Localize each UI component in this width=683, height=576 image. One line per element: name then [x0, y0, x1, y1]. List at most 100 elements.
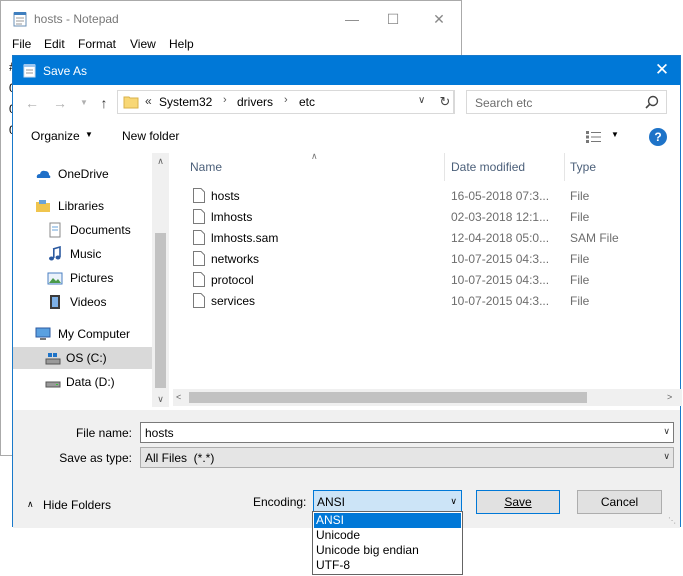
nav-item-label: Data (D:) [66, 375, 115, 389]
file-icon [193, 272, 205, 287]
search-input[interactable]: Search etc [475, 96, 532, 110]
nav-item-label: Libraries [58, 199, 105, 213]
encoding-option-ansi[interactable]: ANSI [314, 513, 461, 528]
column-header-type[interactable]: Type [570, 160, 596, 174]
drive-c-icon [45, 353, 61, 365]
horizontal-scrollbar[interactable]: < > [173, 389, 682, 406]
forward-arrow-icon[interactable]: → [51, 94, 69, 112]
back-arrow-icon[interactable]: ← [23, 94, 41, 112]
chevron-down-icon[interactable]: ▼ [85, 130, 93, 139]
column-header-name[interactable]: Name [190, 160, 222, 174]
save-as-dialog: Save As ✕ ← → ▼ ↑ « System32 › drivers ›… [12, 55, 682, 528]
chevron-down-icon[interactable]: ▼ [611, 130, 619, 139]
nav-item-data-d[interactable]: Data (D:) [13, 371, 152, 393]
notepad-icon [23, 64, 36, 78]
menu-help[interactable]: Help [169, 37, 194, 51]
file-row[interactable]: services 10-07-2015 04:3... File [173, 291, 682, 312]
file-name: services [211, 294, 256, 308]
chevron-right-icon[interactable]: › [223, 94, 227, 106]
breadcrumb-system32[interactable]: System32 [159, 95, 212, 109]
file-icon [193, 230, 205, 245]
search-icon[interactable] [645, 95, 659, 109]
file-icon [193, 251, 205, 266]
address-bar[interactable]: « System32 › drivers › etc ∨ [117, 90, 455, 114]
nav-item-my-computer[interactable]: My Computer [13, 323, 152, 345]
menu-file[interactable]: File [12, 37, 31, 51]
scroll-down-icon[interactable]: ∨ [152, 394, 169, 405]
breadcrumb-drivers[interactable]: drivers [237, 95, 273, 109]
close-icon[interactable]: ✕ [431, 11, 447, 27]
organize-button[interactable]: Organize [31, 129, 80, 143]
scroll-up-icon[interactable]: ∧ [152, 156, 169, 167]
column-divider[interactable] [564, 153, 565, 181]
chevron-down-icon[interactable]: ∨ [663, 451, 670, 462]
minimize-icon[interactable]: — [344, 11, 360, 27]
new-folder-button[interactable]: New folder [122, 129, 179, 143]
scrollbar-thumb[interactable] [189, 392, 587, 403]
nav-item-pictures[interactable]: Pictures [13, 267, 152, 289]
help-icon[interactable]: ? [649, 128, 667, 146]
search-box[interactable]: Search etc [466, 90, 667, 114]
nav-pane-scrollbar[interactable]: ∧ ∨ [152, 153, 169, 407]
chevron-right-icon[interactable]: › [284, 94, 288, 106]
encoding-dropdown-list: ANSI Unicode Unicode big endian UTF-8 [312, 511, 463, 575]
file-row[interactable]: protocol 10-07-2015 04:3... File [173, 270, 682, 291]
recent-locations-chevron-icon[interactable]: ▼ [75, 94, 93, 112]
file-icon [193, 188, 205, 203]
file-type: SAM File [570, 231, 619, 245]
menu-format[interactable]: Format [78, 37, 116, 51]
encoding-option-unicode[interactable]: Unicode [314, 528, 461, 543]
sort-ascending-icon: ∧ [311, 151, 318, 161]
column-divider[interactable] [444, 153, 445, 181]
nav-item-videos[interactable]: Videos [13, 291, 152, 313]
file-row[interactable]: lmhosts.sam 12-04-2018 05:0... SAM File [173, 228, 682, 249]
column-header-date[interactable]: Date modified [451, 160, 525, 174]
file-date: 12-04-2018 05:0... [451, 231, 550, 245]
encoding-select[interactable]: ANSI ∨ [313, 490, 462, 512]
chevron-down-icon[interactable]: ∨ [450, 496, 457, 507]
menu-edit[interactable]: Edit [44, 37, 65, 51]
file-row[interactable]: networks 10-07-2015 04:3... File [173, 249, 682, 270]
encoding-option-unicode-big-endian[interactable]: Unicode big endian [314, 543, 461, 558]
save-as-type-select[interactable]: All Files (*.*) ∨ [140, 447, 674, 468]
file-row[interactable]: hosts 16-05-2018 07:3... File [173, 186, 682, 207]
resize-grip-icon[interactable]: ⋱ [668, 516, 678, 526]
cancel-button[interactable]: Cancel [577, 490, 662, 514]
chevron-down-icon[interactable]: ∨ [663, 426, 670, 437]
folder-icon [123, 96, 139, 109]
dialog-titlebar[interactable]: Save As ✕ [13, 56, 680, 85]
file-date: 10-07-2015 04:3... [451, 294, 550, 308]
breadcrumb-overflow[interactable]: « [145, 94, 152, 108]
nav-item-music[interactable]: Music [13, 243, 152, 265]
view-options-icon[interactable] [585, 130, 603, 144]
nav-item-os-c[interactable]: OS (C:) [13, 347, 152, 369]
hide-folders-button[interactable]: Hide Folders [43, 498, 111, 512]
save-as-type-value: All Files (*.*) [145, 451, 215, 465]
up-arrow-icon[interactable]: ↑ [95, 94, 113, 112]
nav-item-libraries[interactable]: Libraries [13, 195, 152, 217]
notepad-menubar: File Edit Format View Help [1, 35, 461, 55]
file-name: lmhosts.sam [211, 231, 279, 245]
file-row[interactable]: lmhosts 02-03-2018 12:1... File [173, 207, 682, 228]
save-button[interactable]: Save [476, 490, 560, 514]
scroll-right-icon[interactable]: > [667, 392, 672, 402]
close-icon[interactable]: ✕ [652, 60, 672, 80]
breadcrumb-etc[interactable]: etc [299, 95, 315, 109]
encoding-option-utf8[interactable]: UTF-8 [314, 558, 461, 573]
scroll-left-icon[interactable]: < [176, 392, 181, 402]
nav-item-onedrive[interactable]: OneDrive [13, 163, 152, 185]
refresh-icon[interactable]: ↻ [437, 90, 454, 114]
documents-icon [49, 222, 61, 238]
nav-item-documents[interactable]: Documents [13, 219, 152, 241]
file-date: 10-07-2015 04:3... [451, 273, 550, 287]
file-icon [193, 293, 205, 308]
notepad-titlebar[interactable]: hosts - Notepad — ☐ ✕ [1, 1, 461, 35]
file-type: File [570, 273, 590, 287]
chevron-down-icon[interactable]: ∨ [418, 95, 425, 106]
menu-view[interactable]: View [130, 37, 156, 51]
file-name-field[interactable]: hosts ∨ [140, 422, 674, 443]
chevron-up-icon[interactable]: ∧ [27, 499, 34, 510]
maximize-icon[interactable]: ☐ [385, 11, 401, 27]
save-button-label: Save [504, 495, 532, 509]
scrollbar-thumb[interactable] [155, 233, 166, 388]
